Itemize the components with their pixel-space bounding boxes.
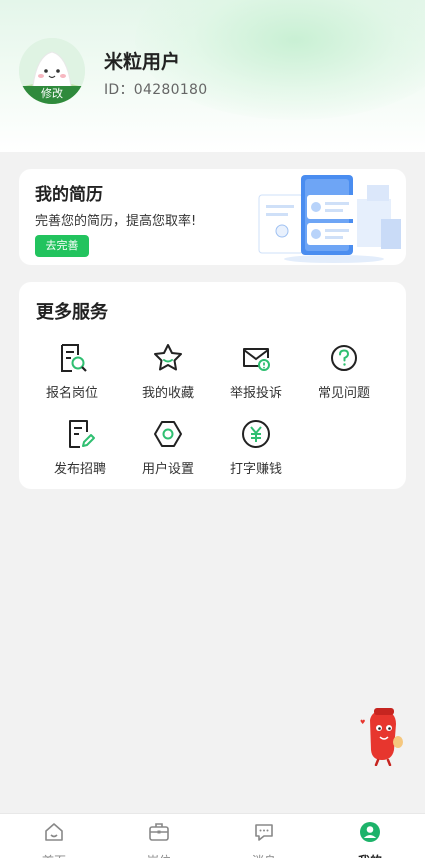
bottom-tab-bar: 首页 岗位 消息 我的	[0, 813, 425, 858]
service-post-job[interactable]: 发布招聘	[36, 418, 124, 477]
complete-resume-button[interactable]: 去完善	[35, 235, 89, 257]
more-services-card: 更多服务 报名岗位 我的收藏 举报投诉 常见问题 发布招聘 用户设置 打字赚钱	[19, 282, 406, 489]
resume-illustration-icon	[258, 175, 401, 263]
tab-home[interactable]: 首页	[24, 821, 84, 858]
tab-label: 我的	[340, 852, 400, 858]
document-edit-icon	[69, 420, 95, 448]
resume-title: 我的简历	[35, 185, 103, 205]
service-faq[interactable]: 常见问题	[300, 342, 388, 401]
service-label: 我的收藏	[141, 386, 194, 401]
settings-hex-icon	[154, 421, 182, 447]
services-title: 更多服务	[36, 302, 108, 323]
profile-header: 修改 米粒用户 ID：04280180	[0, 0, 425, 152]
yuan-coin-icon	[242, 420, 270, 448]
service-label: 常见问题	[317, 386, 370, 401]
star-icon	[154, 344, 182, 371]
svg-text:♥: ♥	[360, 719, 365, 726]
service-typing-earn[interactable]: 打字赚钱	[212, 418, 300, 477]
service-label: 举报投诉	[229, 386, 282, 401]
message-icon	[255, 824, 273, 841]
tab-label: 岗位	[129, 852, 189, 858]
service-user-settings[interactable]: 用户设置	[124, 418, 212, 477]
resume-card[interactable]: 我的简历 完善您的简历，提高您取率! 去完善	[19, 169, 406, 265]
service-report[interactable]: 举报投诉	[212, 342, 300, 401]
tab-label: 消息	[234, 852, 294, 858]
service-favorites[interactable]: 我的收藏	[124, 342, 212, 401]
tab-messages[interactable]: 消息	[234, 821, 294, 858]
tab-jobs[interactable]: 岗位	[129, 821, 189, 858]
home-icon	[45, 823, 63, 841]
service-label: 发布招聘	[53, 462, 106, 477]
service-label: 报名岗位	[45, 386, 98, 401]
avatar[interactable]: 修改	[19, 38, 85, 104]
resume-subtitle: 完善您的简历，提高您取率!	[35, 214, 197, 229]
document-search-icon	[61, 344, 87, 372]
mascot-float-icon[interactable]: ♥	[358, 706, 404, 766]
service-label: 打字赚钱	[229, 462, 282, 477]
service-apply-jobs[interactable]: 报名岗位	[28, 342, 116, 401]
tab-label: 首页	[24, 852, 84, 858]
avatar-edit-badge[interactable]: 修改	[19, 86, 85, 104]
user-icon	[360, 822, 380, 842]
briefcase-icon	[149, 823, 169, 841]
user-id: ID：04280180	[104, 82, 208, 98]
username: 米粒用户	[104, 51, 181, 73]
mail-alert-icon	[243, 348, 270, 371]
question-icon	[331, 345, 357, 371]
tab-mine[interactable]: 我的	[340, 821, 400, 858]
service-label: 用户设置	[141, 462, 194, 477]
